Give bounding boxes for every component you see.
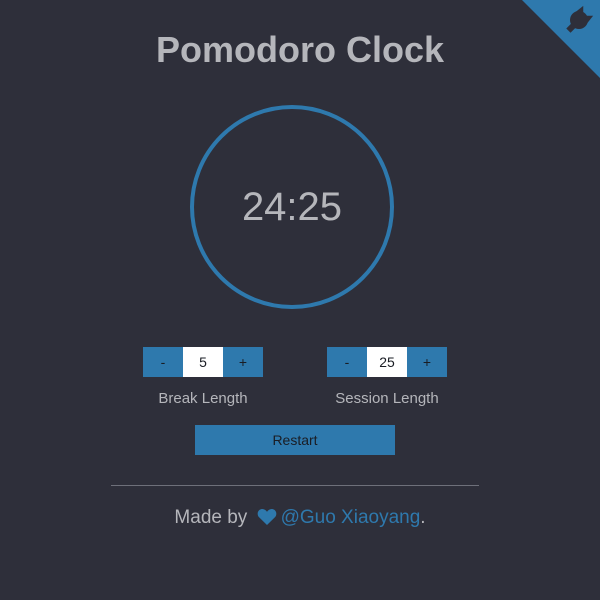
session-increment-button[interactable]: + <box>407 347 447 377</box>
pomodoro-page: Pomodoro Clock 24:25 - 5 + - 25 + Break … <box>0 0 600 600</box>
session-length-value: 25 <box>367 347 407 377</box>
session-length-control: - 25 + <box>327 347 447 377</box>
footer-period: . <box>420 507 426 528</box>
page-title: Pomodoro Clock <box>155 29 445 70</box>
made-by-text: Made by <box>174 507 248 528</box>
heart-icon <box>257 508 277 533</box>
divider <box>111 485 479 486</box>
restart-button[interactable]: Restart <box>195 425 395 455</box>
session-decrement-button[interactable]: - <box>327 347 367 377</box>
footer: Made by @Guo Xiaoyang. <box>0 506 600 533</box>
break-length-label: Break Length <box>158 390 248 407</box>
break-increment-button[interactable]: + <box>223 347 263 377</box>
break-length-control: - 5 + <box>143 347 263 377</box>
timer-display: 24:25 <box>241 184 343 229</box>
timer-circle[interactable]: 24:25 <box>190 105 394 309</box>
break-length-value: 5 <box>183 347 223 377</box>
break-decrement-button[interactable]: - <box>143 347 183 377</box>
session-length-label: Session Length <box>335 390 439 407</box>
author-link[interactable]: @Guo Xiaoyang <box>281 507 421 528</box>
